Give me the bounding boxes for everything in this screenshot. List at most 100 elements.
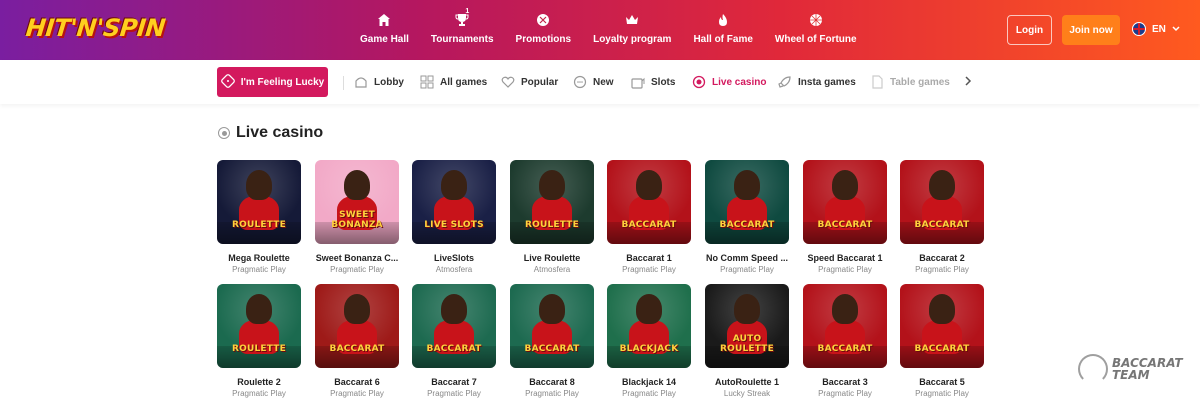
game-provider: Atmosfera — [435, 265, 473, 274]
category-lobby[interactable]: Lobby — [354, 75, 404, 89]
game-name[interactable]: Live Roulette — [510, 253, 594, 263]
game-thumbnail[interactable]: AUTO ROULETTE — [705, 284, 789, 368]
game-name[interactable]: Baccarat 2 — [900, 253, 984, 263]
category-new[interactable]: New — [573, 75, 614, 89]
game-card[interactable]: BACCARAT Baccarat 2 Pragmatic Play — [900, 160, 984, 274]
game-provider: Pragmatic Play — [818, 265, 872, 274]
home-icon — [375, 12, 393, 28]
game-name[interactable]: Baccarat 3 — [803, 377, 887, 387]
game-thumbnail[interactable]: BACCARAT — [315, 284, 399, 368]
game-art-label: ROULETTE — [231, 220, 286, 230]
game-name[interactable]: No Comm Speed ... — [705, 253, 789, 263]
game-card[interactable]: LIVE SLOTS LiveSlots Atmosfera — [412, 160, 496, 274]
game-provider: Pragmatic Play — [232, 389, 286, 398]
game-card[interactable]: BACCARAT No Comm Speed ... Pragmatic Play — [705, 160, 789, 274]
nav-game-hall[interactable]: Game Hall — [360, 12, 409, 45]
category-slots[interactable]: Slots — [631, 75, 675, 89]
game-thumbnail[interactable]: SWEET BONANZA — [315, 160, 399, 244]
game-thumbnail[interactable]: BACCARAT — [900, 160, 984, 244]
language-selector[interactable]: EN — [1132, 22, 1180, 36]
dealer-art — [636, 294, 662, 324]
game-thumbnail[interactable]: ROULETTE — [510, 160, 594, 244]
new-icon — [573, 75, 587, 89]
nav-tournaments[interactable]: 1 Tournaments — [431, 8, 494, 45]
game-thumbnail[interactable]: BACCARAT — [900, 284, 984, 368]
game-thumbnail[interactable]: ROULETTE — [217, 284, 301, 368]
game-name[interactable]: Baccarat 1 — [607, 253, 691, 263]
game-art-label: BACCARAT — [329, 344, 385, 354]
nav-loyalty-program[interactable]: Loyalty program — [593, 12, 671, 45]
dealer-art — [441, 294, 467, 324]
game-card[interactable]: BACCARAT Baccarat 6 Pragmatic Play — [315, 284, 399, 398]
game-thumbnail[interactable]: BACCARAT — [607, 160, 691, 244]
game-name[interactable]: Baccarat 5 — [900, 377, 984, 387]
game-name[interactable]: Baccarat 7 — [412, 377, 496, 387]
dealer-art — [929, 170, 955, 200]
category-table-games[interactable]: Table games — [870, 75, 950, 89]
game-card[interactable]: BACCARAT Baccarat 5 Pragmatic Play — [900, 284, 984, 398]
game-art-label: BACCARAT — [914, 220, 970, 230]
table-icon — [870, 75, 884, 89]
game-provider: Pragmatic Play — [622, 389, 676, 398]
game-provider: Pragmatic Play — [720, 265, 774, 274]
game-provider: Atmosfera — [533, 265, 571, 274]
nav-label: Loyalty program — [593, 34, 672, 45]
game-card[interactable]: BACCARAT Baccarat 8 Pragmatic Play — [510, 284, 594, 398]
nav-wheel-of-fortune[interactable]: Wheel of Fortune — [775, 12, 857, 45]
game-art-label: LIVE SLOTS — [424, 220, 484, 230]
category-all-games[interactable]: All games — [420, 75, 487, 89]
game-card[interactable]: BACCARAT Baccarat 7 Pragmatic Play — [412, 284, 496, 398]
game-name[interactable]: Speed Baccarat 1 — [803, 253, 887, 263]
game-thumbnail[interactable]: BACCARAT — [803, 160, 887, 244]
game-name[interactable]: Mega Roulette — [217, 253, 301, 263]
game-name[interactable]: Baccarat 6 — [315, 377, 399, 387]
divider — [343, 76, 344, 90]
game-thumbnail[interactable]: BACCARAT — [803, 284, 887, 368]
game-name[interactable]: Roulette 2 — [217, 377, 301, 387]
section-title-text: Live casino — [236, 124, 324, 141]
game-thumbnail[interactable]: ROULETTE — [217, 160, 301, 244]
game-thumbnail[interactable]: BLACKJACK — [607, 284, 691, 368]
game-card[interactable]: BACCARAT Baccarat 3 Pragmatic Play — [803, 284, 887, 398]
game-name[interactable]: Baccarat 8 — [510, 377, 594, 387]
dealer-art — [636, 170, 662, 200]
game-thumbnail[interactable]: BACCARAT — [510, 284, 594, 368]
main-nav: Game Hall 1 Tournaments Promotions Loyal… — [360, 8, 879, 45]
game-card[interactable]: BACCARAT Speed Baccarat 1 Pragmatic Play — [803, 160, 887, 274]
game-name[interactable]: LiveSlots — [412, 253, 496, 263]
category-label: Table games — [890, 76, 950, 88]
game-name[interactable]: Sweet Bonanza C... — [315, 253, 399, 263]
chevron-right-icon[interactable] — [964, 75, 972, 89]
game-thumbnail[interactable]: BACCARAT — [412, 284, 496, 368]
category-live-casino[interactable]: Live casino — [692, 75, 766, 89]
site-logo[interactable]: HIT'N'SPIN — [25, 14, 167, 42]
game-art-label: BACCARAT — [524, 344, 580, 354]
dealer-art — [734, 170, 760, 200]
game-thumbnail[interactable]: LIVE SLOTS — [412, 160, 496, 244]
game-card[interactable]: SWEET BONANZA Sweet Bonanza C... Pragmatic… — [315, 160, 399, 274]
nav-hall-of-fame[interactable]: Hall of Fame — [693, 12, 753, 45]
game-thumbnail[interactable]: BACCARAT — [705, 160, 789, 244]
category-insta-games[interactable]: Insta games — [778, 75, 856, 89]
game-card[interactable]: AUTO ROULETTE AutoRoulette 1 Lucky Streak — [705, 284, 789, 398]
game-card[interactable]: ROULETTE Mega Roulette Pragmatic Play — [217, 160, 301, 274]
game-provider: Lucky Streak — [723, 389, 771, 398]
dealer-art — [832, 294, 858, 324]
join-now-button[interactable]: Join now — [1062, 15, 1120, 45]
gift-icon — [534, 12, 552, 28]
game-card[interactable]: BACCARAT Baccarat 1 Pragmatic Play — [607, 160, 691, 274]
game-name[interactable]: Blackjack 14 — [607, 377, 691, 387]
game-card[interactable]: ROULETTE Roulette 2 Pragmatic Play — [217, 284, 301, 398]
game-provider: Pragmatic Play — [622, 265, 676, 274]
slots-icon — [631, 75, 645, 89]
game-art-label: BACCARAT — [817, 220, 873, 230]
section-title: Live casino — [218, 124, 323, 142]
roulette-wheel-icon — [1078, 354, 1108, 384]
login-button[interactable]: Login — [1007, 15, 1052, 45]
game-card[interactable]: ROULETTE Live Roulette Atmosfera — [510, 160, 594, 274]
nav-promotions[interactable]: Promotions — [516, 12, 571, 45]
feeling-lucky-button[interactable]: I'm Feeling Lucky — [217, 67, 328, 97]
game-card[interactable]: BLACKJACK Blackjack 14 Pragmatic Play — [607, 284, 691, 398]
category-popular[interactable]: Popular — [501, 75, 558, 89]
game-name[interactable]: AutoRoulette 1 — [705, 377, 789, 387]
